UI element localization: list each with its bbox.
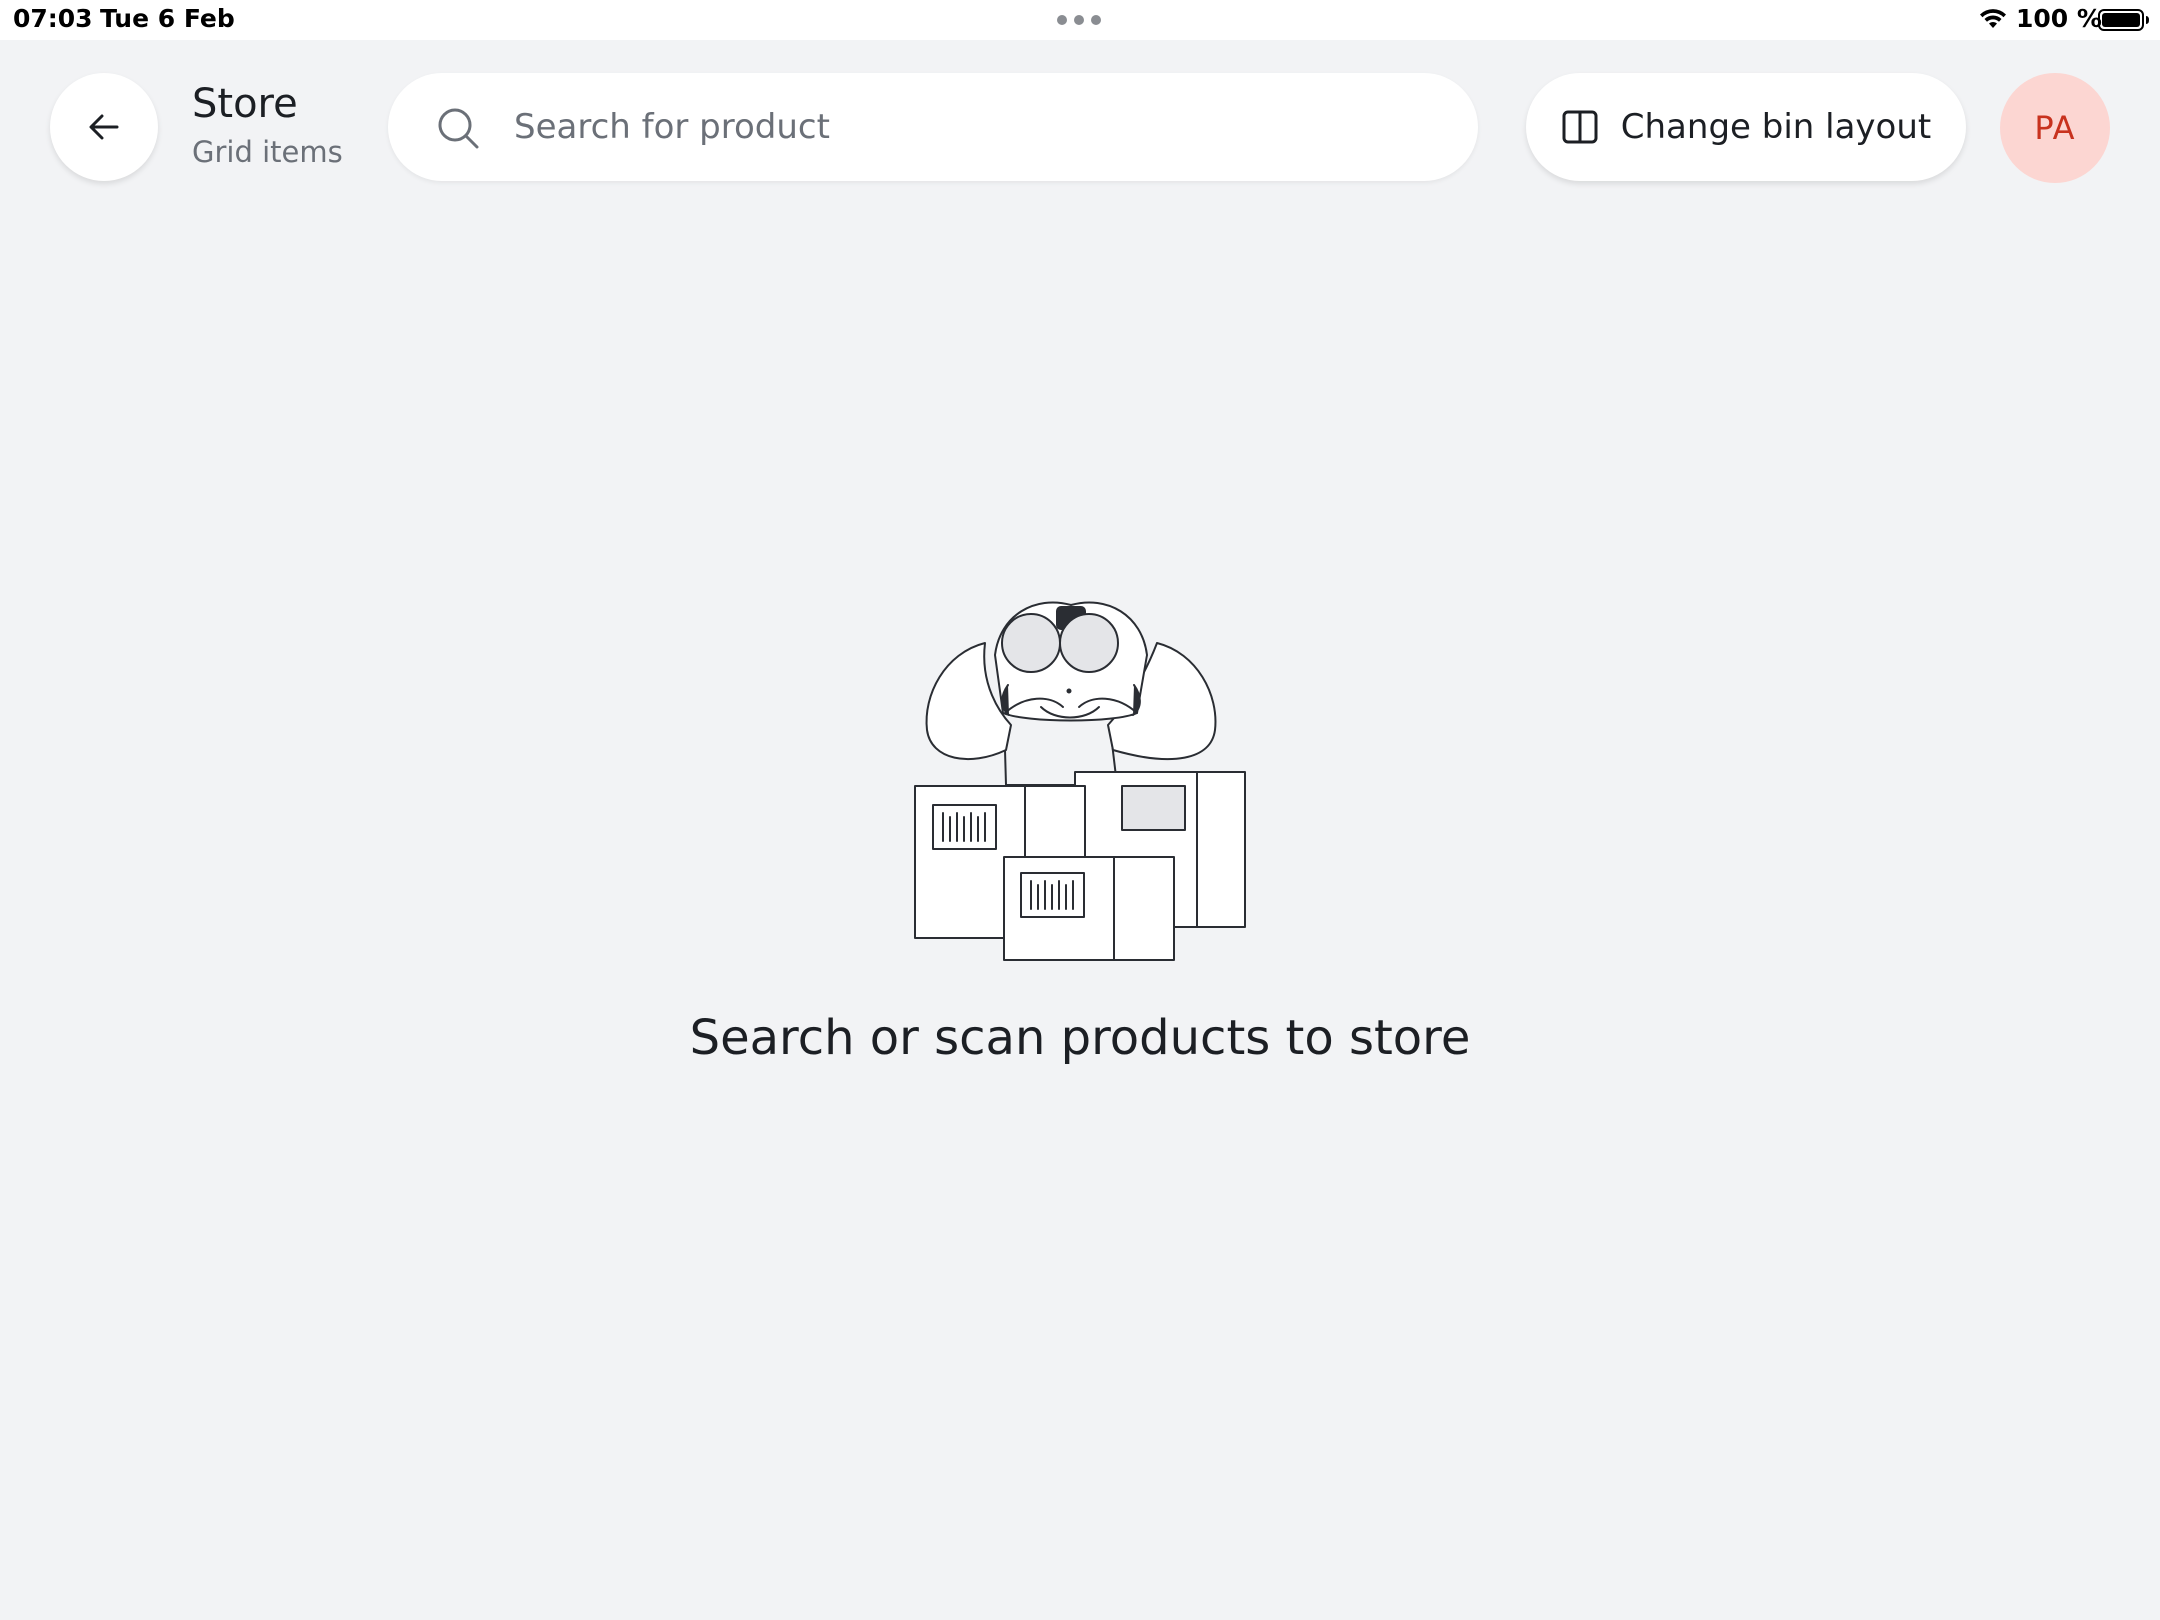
more-dots-icon[interactable] [1057,15,1101,25]
back-button[interactable] [50,73,158,181]
search-input[interactable] [514,73,1434,181]
change-bin-layout-button[interactable]: Change bin layout [1526,73,1966,181]
empty-state-message: Search or scan products to store [689,1010,1471,1066]
person-with-binoculars-illustration [914,601,1246,961]
search-bar[interactable] [388,73,1478,181]
arrow-left-icon [89,114,119,140]
wifi-icon [1980,9,2006,28]
battery-percentage: 100 % [2016,4,2102,33]
status-bar: 07:03 Tue 6 Feb 100 % [0,0,2160,40]
user-avatar[interactable]: PA [2000,73,2110,183]
status-date: Tue 6 Feb [100,4,235,33]
battery-icon [2098,9,2149,31]
columns-icon [1562,110,1598,144]
change-bin-layout-label: Change bin layout [1620,107,1932,147]
status-time: 07:03 [13,4,93,33]
search-icon [438,108,479,149]
page-title: Store [192,81,298,127]
page-subtitle: Grid items [192,135,343,169]
